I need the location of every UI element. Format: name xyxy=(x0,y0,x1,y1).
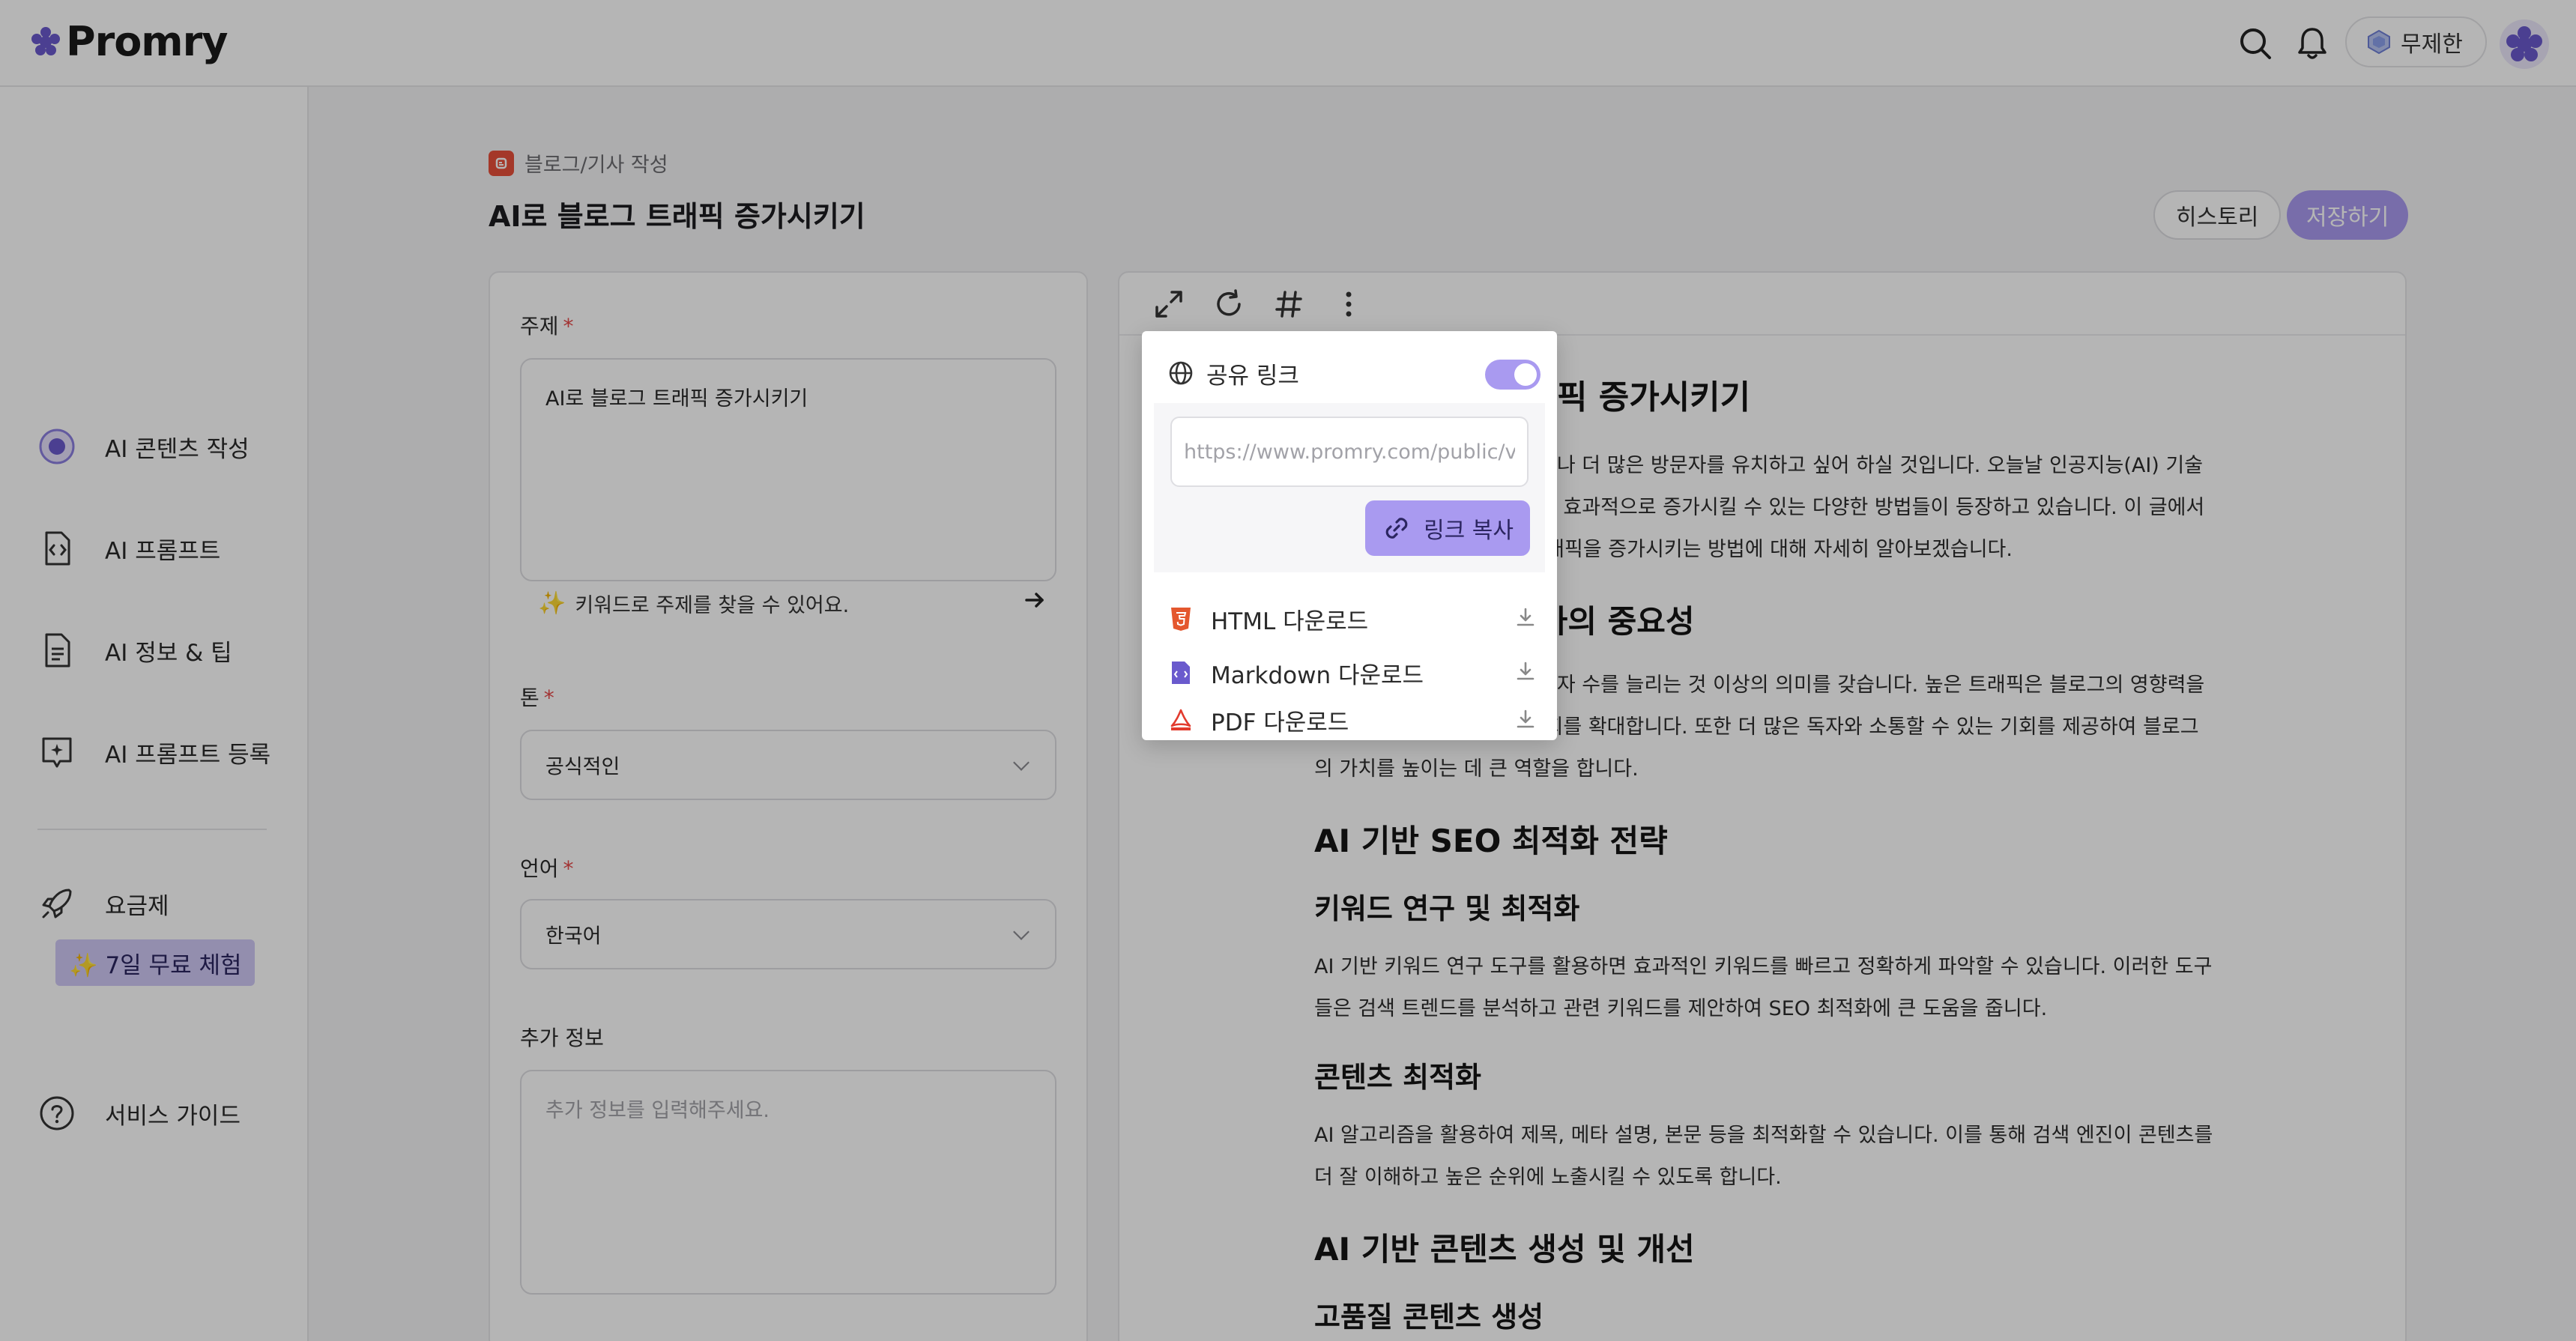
download-pdf-label: PDF 다운로드 xyxy=(1211,709,1349,736)
html5-icon xyxy=(1167,605,1194,632)
share-popover: 공유 링크 링크 복사 HTML 다운로드 Markdown 다운로드 xyxy=(1142,331,1557,740)
download-markdown-item[interactable]: Markdown 다운로드 xyxy=(1154,646,1545,700)
pdf-icon xyxy=(1167,706,1194,733)
share-toggle[interactable] xyxy=(1485,360,1541,390)
toggle-knob xyxy=(1514,363,1537,386)
share-link-row: 공유 링크 xyxy=(1154,343,1545,403)
download-pdf-item[interactable]: PDF 다운로드 xyxy=(1154,700,1545,740)
copy-link-button[interactable]: 링크 복사 xyxy=(1365,500,1530,556)
markdown-file-icon xyxy=(1167,659,1194,686)
share-link-label: 공유 링크 xyxy=(1206,362,1299,390)
link-icon xyxy=(1385,518,1408,539)
download-icon xyxy=(1517,662,1535,680)
download-icon xyxy=(1517,608,1535,626)
download-markdown-label: Markdown 다운로드 xyxy=(1211,662,1424,689)
share-url-input[interactable] xyxy=(1170,417,1529,487)
download-html-item[interactable]: HTML 다운로드 xyxy=(1154,592,1545,646)
globe-icon xyxy=(1169,361,1193,385)
copy-link-label: 링크 복사 xyxy=(1424,518,1514,544)
download-icon xyxy=(1517,709,1535,728)
share-link-body: 링크 복사 xyxy=(1154,403,1545,572)
download-html-label: HTML 다운로드 xyxy=(1211,608,1369,635)
